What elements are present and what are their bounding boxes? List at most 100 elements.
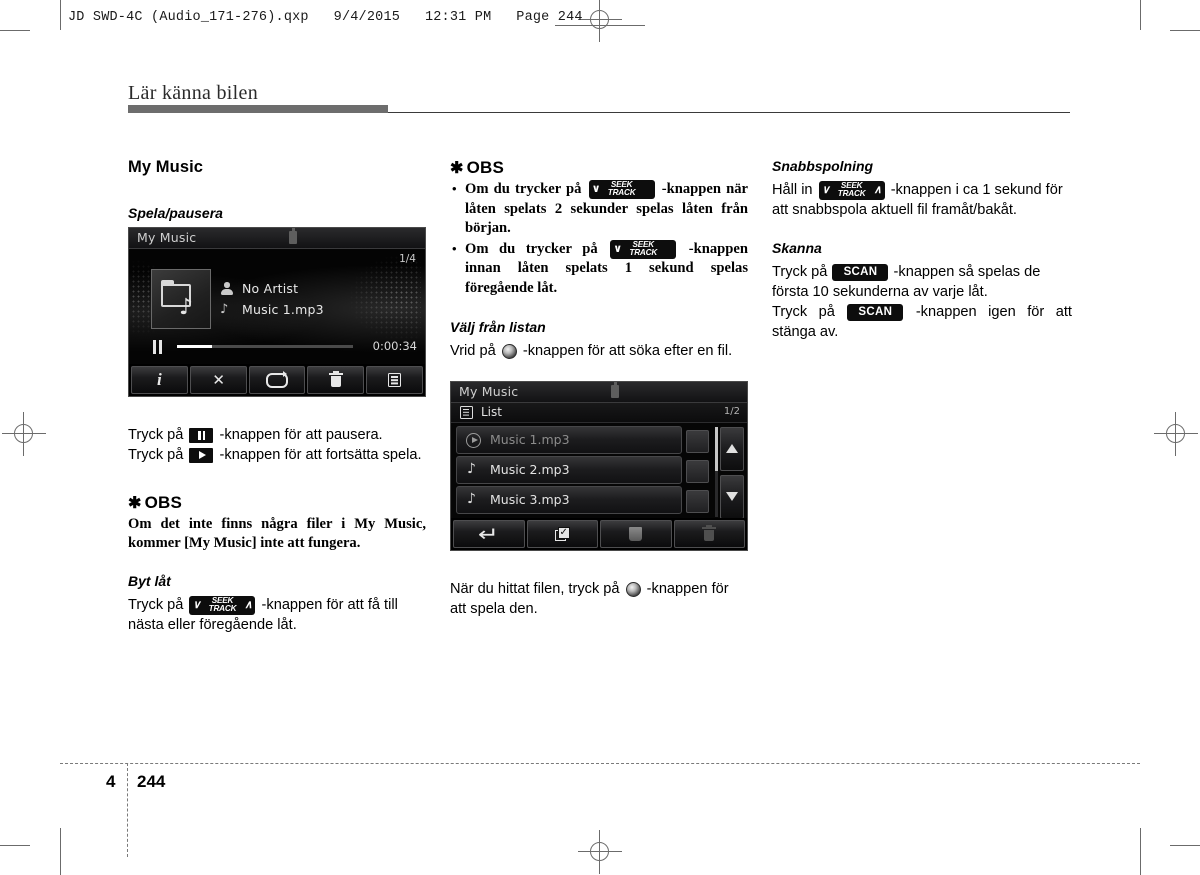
trim-mark — [1140, 0, 1141, 30]
info-button[interactable]: i — [131, 366, 188, 394]
scrollbar[interactable] — [715, 427, 718, 517]
track-name: Music 1.mp3 — [242, 302, 324, 317]
list-screen-title: My Music — [459, 384, 519, 399]
select-from-list-text: Vrid på -knappen för att söka efter en f… — [450, 341, 748, 361]
track-count-label: 1/4 — [399, 253, 416, 265]
scroll-up-button[interactable] — [720, 427, 744, 471]
list-button[interactable] — [366, 366, 423, 394]
play-instruction-suffix: -knappen för att fortsätta spela. — [219, 447, 422, 463]
subheading-fast-forward: Snabbspolning — [772, 158, 874, 174]
bullet2-prefix: Om du trycker på — [465, 240, 598, 257]
music-note-icon: ♪ — [467, 461, 476, 477]
list-body: Music 1.mp3 ♪ Music 2.mp3 ♪ Music 3.mp3 — [451, 423, 747, 523]
trim-mark — [60, 0, 61, 30]
select-list-prefix: Vrid på — [450, 343, 496, 359]
fast-forward-suffix: -knappen i ca 1 sekund för att snabbspol… — [772, 182, 1063, 218]
music-note-icon: ♪ — [467, 491, 476, 507]
change-track-text: Tryck på ∨ SEEK TRACK ∧ -knappen för att… — [128, 595, 426, 635]
section-heading-my-music: My Music — [128, 158, 204, 176]
seek-track-key-badge: ∨ SEEK TRACK ∧ — [189, 595, 256, 615]
play-key-badge — [189, 447, 214, 463]
list-screenshot: My Music List 1/2 Music 1.mp3 ♪ Music 2.… — [450, 381, 748, 551]
list-item[interactable]: Music 1.mp3 — [456, 426, 709, 454]
note-heading: ✱ OBS — [450, 158, 748, 178]
note-bullet-item: Om du trycker på ∨ SEEK TRACK -knappen n… — [452, 179, 748, 239]
player-button-row: i ✕ — [129, 364, 425, 396]
chevron-up-icon: ∧ — [244, 598, 253, 611]
pause-instruction-prefix: Tryck på — [128, 427, 184, 443]
subheading-scan: Skanna — [772, 240, 822, 256]
subheading-change-track: Byt låt — [128, 573, 171, 589]
usb-icon — [611, 382, 619, 398]
select-all-button[interactable]: ✓ — [526, 520, 598, 548]
folio-chapter-number: 4 — [106, 772, 116, 791]
trim-mark — [1170, 845, 1200, 846]
registration-mark-right — [1154, 412, 1198, 456]
note-heading-label: OBS — [466, 158, 505, 177]
player-screenshot: My Music 1/4 ♪ No Artist ♪ Music 1.mp3 0… — [128, 227, 426, 397]
footer-vertical-rule — [127, 763, 128, 857]
page-button[interactable] — [600, 520, 672, 548]
list-page-indicator: 1/2 — [723, 406, 740, 417]
music-note-icon: ♪ — [220, 302, 229, 317]
player-titlebar: My Music — [129, 228, 425, 249]
fast-forward-text: Håll in ∨ SEEK TRACK ∧ -knappen i ca 1 s… — [772, 180, 1072, 220]
list-item[interactable]: ♪ Music 2.mp3 — [456, 456, 709, 484]
progress-track[interactable] — [177, 345, 353, 348]
list-item-checkbox[interactable] — [686, 430, 709, 453]
list-item[interactable]: ♪ Music 3.mp3 — [456, 486, 709, 514]
note-heading: ✱ OBS — [128, 493, 426, 513]
note-heading-label: OBS — [144, 493, 183, 512]
chevron-down-icon — [726, 492, 738, 501]
delete-button[interactable] — [307, 366, 365, 394]
list-item-checkbox[interactable] — [686, 490, 709, 513]
chevron-up-icon: ∧ — [873, 183, 882, 196]
person-icon — [220, 282, 233, 295]
seek-track-key-badge: ∨ SEEK TRACK ∧ — [818, 180, 885, 200]
player-body: 1/4 ♪ No Artist ♪ Music 1.mp3 0:00:34 — [129, 249, 425, 364]
list-icon — [460, 406, 473, 419]
play-pause-instructions: Tryck på -knappen för att pausera. Tryck… — [128, 425, 426, 465]
trim-mark — [1140, 828, 1141, 875]
title-rule-dark — [128, 105, 388, 113]
scroll-down-button[interactable] — [720, 475, 744, 519]
usb-icon — [289, 228, 297, 244]
folio-page-number: 244 — [137, 772, 166, 791]
repeat-button[interactable] — [248, 366, 306, 394]
list-item-checkbox[interactable] — [686, 460, 709, 483]
list-item-label: Music 3.mp3 — [490, 492, 570, 507]
list-button-row: ↵ ✓ — [451, 518, 747, 550]
trim-mark — [0, 845, 30, 846]
after-list-prefix: När du hittat filen, tryck på — [450, 581, 620, 597]
column-middle: ✱OBS Om du trycker på ∨ SEEK TRACK -knap… — [450, 158, 748, 619]
list-subtitle: List — [481, 405, 502, 419]
footer-rule — [60, 763, 1140, 764]
asterisk-icon: ✱ — [128, 495, 142, 512]
list-item-label: Music 1.mp3 — [490, 432, 570, 447]
player-screen-title: My Music — [137, 230, 197, 245]
scan-line2-prefix: Tryck på — [772, 304, 835, 320]
trim-mark — [60, 828, 61, 875]
prepress-file-header: JD SWD-4C (Audio_171-276).qxp 9/4/2015 1… — [68, 9, 583, 25]
column-right: Snabbspolning Håll in ∨ SEEK TRACK ∧ -kn… — [772, 158, 1072, 342]
scan-line1-prefix: Tryck på — [772, 264, 828, 280]
play-instruction-prefix: Tryck på — [128, 447, 184, 463]
decorative-dots-right — [349, 255, 421, 341]
asterisk-icon: ✱ — [450, 160, 464, 177]
now-playing-icon — [466, 433, 481, 448]
fast-forward-prefix: Håll in — [772, 182, 813, 198]
subheading-play-pause: Spela/pausera — [128, 205, 223, 221]
delete-button[interactable] — [673, 520, 745, 548]
artist-row: No Artist — [221, 281, 298, 296]
list-subbar: List 1/2 — [451, 403, 747, 423]
change-track-prefix: Tryck på — [128, 597, 184, 613]
album-art-placeholder: ♪ — [151, 269, 211, 329]
scan-key-badge: SCAN — [847, 303, 904, 321]
back-button[interactable]: ↵ — [453, 520, 525, 548]
scan-key-badge: SCAN — [832, 263, 889, 281]
pause-instruction-suffix: -knappen för att pausera. — [219, 427, 383, 443]
chevron-up-icon — [726, 444, 738, 453]
note-block-my-music: ✱ OBS Om det inte finns några filer i My … — [128, 493, 426, 553]
seek-track-key-badge: ∨ SEEK TRACK — [610, 239, 677, 259]
shuffle-button[interactable]: ✕ — [189, 366, 247, 394]
